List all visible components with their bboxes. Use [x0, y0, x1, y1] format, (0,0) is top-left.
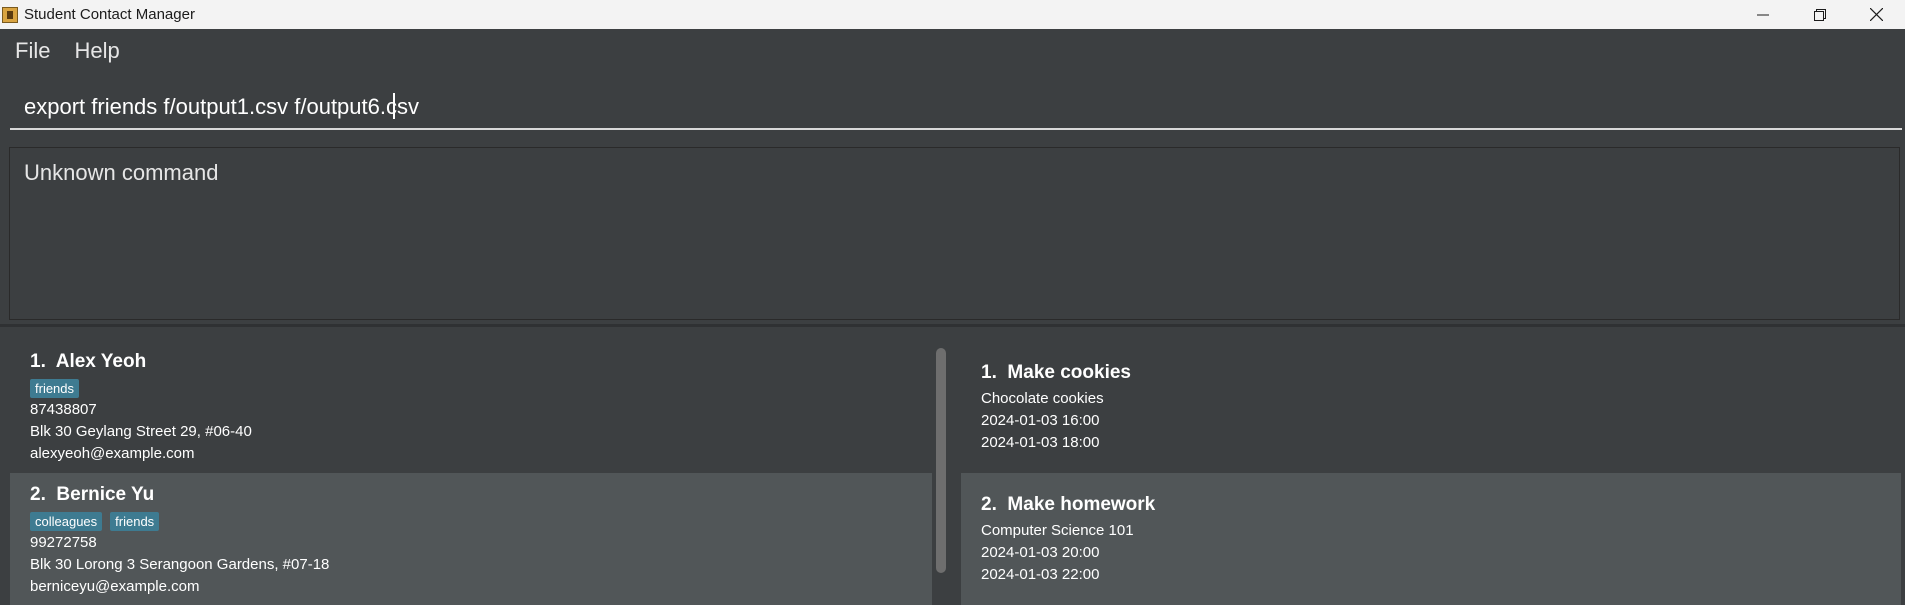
text-caret	[393, 93, 395, 119]
restore-icon[interactable]	[1791, 0, 1848, 29]
tag-list: colleagues friends	[30, 512, 932, 531]
task-start: 2024-01-03 16:00	[981, 412, 1100, 429]
command-input[interactable]	[10, 85, 1902, 130]
task-card[interactable]: 2. Make homework Computer Science 101 20…	[961, 473, 1901, 605]
scrollbar-thumb[interactable]	[936, 348, 946, 573]
tag: colleagues	[30, 512, 103, 531]
task-end: 2024-01-03 18:00	[981, 434, 1100, 451]
task-title-row: 1. Make cookies	[981, 362, 1901, 384]
menu-help[interactable]: Help	[74, 38, 119, 64]
menu-bar: File Help	[0, 29, 1905, 73]
task-title: Make homework	[1007, 494, 1156, 515]
task-index: 2.	[981, 494, 997, 515]
task-index: 1.	[981, 362, 997, 383]
person-card[interactable]: 2. Bernice Yu colleagues friends 9927275…	[10, 473, 932, 605]
person-phone: 87438807	[30, 401, 97, 418]
window-controls	[1734, 0, 1905, 29]
person-email: alexyeoh@example.com	[30, 445, 195, 462]
person-name-row: 1. Alex Yeoh	[30, 351, 932, 373]
menu-file[interactable]: File	[15, 38, 50, 64]
window-title: Student Contact Manager	[24, 6, 195, 23]
result-display: Unknown command	[9, 147, 1900, 320]
person-address: Blk 30 Geylang Street 29, #06-40	[30, 423, 252, 440]
close-icon[interactable]	[1848, 0, 1905, 29]
person-phone: 99272758	[30, 534, 97, 551]
task-title: Make cookies	[1007, 362, 1131, 383]
task-title-row: 2. Make homework	[981, 494, 1901, 516]
task-end: 2024-01-03 22:00	[981, 566, 1100, 583]
tag: friends	[110, 512, 160, 531]
person-name: Alex Yeoh	[55, 351, 147, 372]
task-card[interactable]: 1. Make cookies Chocolate cookies 2024-0…	[961, 340, 1901, 473]
person-address: Blk 30 Lorong 3 Serangoon Gardens, #07-1…	[30, 556, 330, 573]
result-message: Unknown command	[24, 160, 219, 185]
tag: friends	[30, 379, 80, 398]
tag-list: friends	[30, 379, 932, 398]
person-index: 1.	[30, 351, 46, 372]
task-list[interactable]: 1. Make cookies Chocolate cookies 2024-0…	[961, 340, 1901, 605]
person-name: Bernice Yu	[56, 484, 155, 505]
task-start: 2024-01-03 20:00	[981, 544, 1100, 561]
title-bar: Student Contact Manager	[0, 0, 1905, 29]
person-email: berniceyu@example.com	[30, 578, 200, 595]
task-description: Chocolate cookies	[981, 390, 1104, 407]
app-icon	[2, 6, 18, 23]
person-card[interactable]: 1. Alex Yeoh friends 87438807 Blk 30 Gey…	[10, 340, 932, 473]
person-index: 2.	[30, 484, 46, 505]
task-description: Computer Science 101	[981, 522, 1134, 539]
person-list[interactable]: 1. Alex Yeoh friends 87438807 Blk 30 Gey…	[10, 340, 932, 605]
person-name-row: 2. Bernice Yu	[30, 484, 932, 506]
minimize-icon[interactable]	[1734, 0, 1791, 29]
section-divider	[0, 324, 1905, 327]
command-box	[0, 73, 1905, 143]
